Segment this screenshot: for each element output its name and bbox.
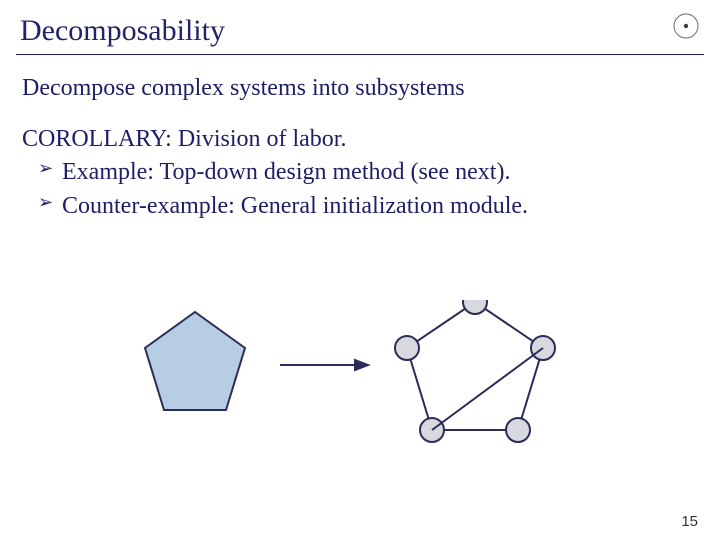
logo-icon (672, 12, 700, 40)
corollary-line: COROLLARY: Division of labor. (22, 124, 698, 155)
slide-body: Decompose complex systems into subsystem… (0, 55, 720, 222)
decomposition-diagram (140, 300, 600, 470)
graph-nodes (395, 300, 555, 442)
lead-paragraph: Decompose complex systems into subsystem… (22, 73, 698, 104)
pentagon-outline-icon (407, 302, 543, 430)
slide: Decomposability Decompose complex system… (0, 0, 720, 540)
page-number: 15 (681, 513, 698, 530)
bullet-example: Example: Top-down design method (see nex… (22, 157, 698, 188)
bullet-counter-example: Counter-example: General initialization … (22, 191, 698, 222)
page-title: Decomposability (0, 0, 720, 54)
pentagon-filled-icon (145, 312, 245, 410)
graph-edge (432, 348, 543, 430)
arrow-icon (280, 360, 368, 370)
